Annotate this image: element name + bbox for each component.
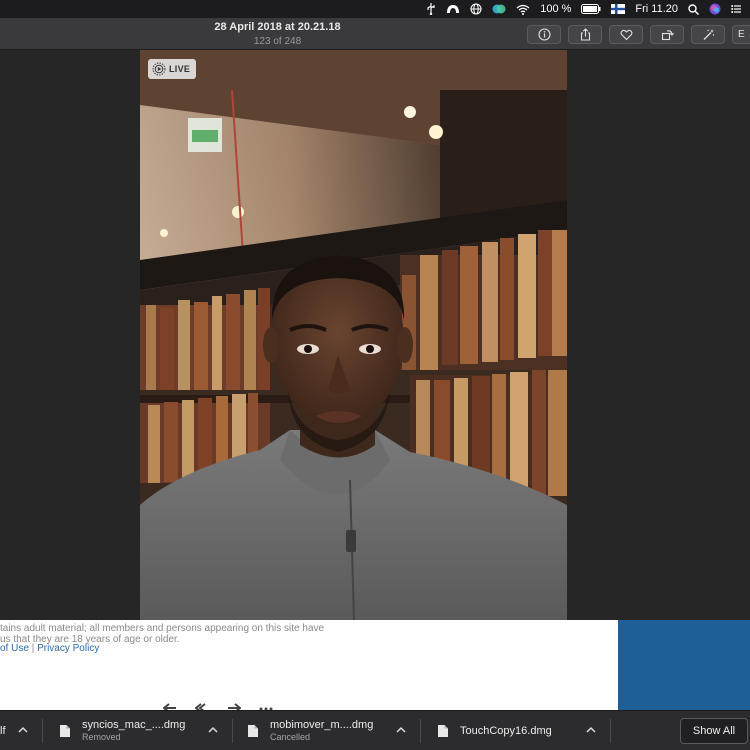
file-icon: [248, 725, 258, 737]
link-separator: |: [31, 643, 35, 654]
download-divider: [610, 719, 611, 743]
magic-wand-icon: [703, 29, 714, 40]
rotate-button[interactable]: [650, 25, 684, 44]
share-icon: [580, 28, 590, 41]
menu-clock[interactable]: Fri 11.20: [630, 0, 683, 18]
chevron-up-icon[interactable]: [18, 725, 28, 735]
heart-icon: [620, 29, 632, 41]
photo-date-title: 28 April 2018 at 20.21.18: [214, 21, 341, 33]
favorite-button[interactable]: [609, 25, 643, 44]
back-all-arrow-icon[interactable]: [194, 700, 209, 713]
download-item-syncios[interactable]: syncios_mac_....dmg Removed: [60, 711, 185, 750]
photo-count: 123 of 248: [253, 36, 302, 47]
file-icon: [438, 725, 448, 737]
download-item-mobimover[interactable]: mobimover_m....dmg Cancelled: [248, 711, 373, 750]
side-banner: [618, 620, 750, 710]
download-name: lf: [0, 724, 6, 737]
chevron-up-icon[interactable]: [208, 725, 218, 735]
info-icon: [537, 28, 551, 41]
photo-viewer: LIVE: [0, 50, 750, 620]
live-badge[interactable]: LIVE: [148, 59, 197, 79]
sync-app-icon[interactable]: [487, 0, 511, 18]
footer-links: of Use | Privacy Policy: [0, 643, 99, 654]
live-photo-icon: [152, 62, 166, 76]
browser-page: tains adult material; all members and pe…: [0, 620, 750, 713]
download-name: mobimover_m....dmg: [270, 719, 374, 731]
enhance-button[interactable]: [691, 25, 725, 44]
menu-bar: 100 % Fri 11.20: [0, 0, 750, 18]
globe-icon[interactable]: [465, 0, 487, 18]
disclaimer-line-1: tains adult material; all members and pe…: [0, 623, 325, 634]
selfie-library-image: [140, 50, 567, 620]
download-divider: [232, 719, 233, 743]
input-source-flag-icon[interactable]: [606, 0, 630, 18]
info-button[interactable]: [527, 25, 561, 44]
siri-icon[interactable]: [704, 0, 726, 18]
more-icon[interactable]: [259, 700, 273, 711]
usb-icon[interactable]: [421, 0, 441, 18]
edit-button[interactable]: E: [732, 25, 750, 44]
battery-icon[interactable]: [576, 0, 606, 18]
creative-cloud-icon[interactable]: [441, 0, 465, 18]
privacy-policy-link[interactable]: Privacy Policy: [37, 643, 99, 654]
download-status: Removed: [82, 732, 121, 742]
download-divider: [420, 719, 421, 743]
live-photo[interactable]: LIVE: [140, 50, 567, 620]
forward-arrow-icon[interactable]: [227, 700, 242, 713]
download-name: syncios_mac_....dmg: [82, 719, 186, 731]
live-label: LIVE: [169, 64, 191, 74]
download-status: Cancelled: [270, 732, 311, 742]
battery-percent[interactable]: 100 %: [535, 0, 576, 18]
browser-nav-arrows: [162, 700, 273, 713]
notification-center-icon[interactable]: [726, 0, 746, 18]
show-all-button[interactable]: Show All: [680, 718, 748, 744]
file-icon: [60, 725, 70, 737]
download-item-touchcopy[interactable]: TouchCopy16.dmg: [438, 711, 552, 750]
download-bar: lf syncios_mac_....dmg Removed mobimover…: [0, 710, 750, 750]
chevron-up-icon[interactable]: [396, 725, 406, 735]
download-divider: [42, 719, 43, 743]
screen: 100 % Fri 11.20 28 April 2018 at 20.21.1…: [0, 0, 750, 750]
rotate-icon: [661, 30, 674, 41]
download-name: TouchCopy16.dmg: [460, 724, 552, 737]
terms-of-use-link[interactable]: of Use: [0, 643, 29, 654]
spotlight-search-icon[interactable]: [683, 0, 704, 18]
share-button[interactable]: [568, 25, 602, 44]
back-arrow-icon[interactable]: [162, 700, 177, 713]
chevron-up-icon[interactable]: [586, 725, 596, 735]
wifi-icon[interactable]: [511, 0, 535, 18]
download-item-partial[interactable]: lf: [0, 711, 6, 750]
photos-toolbar: 28 April 2018 at 20.21.18 123 of 248 E: [0, 18, 750, 50]
